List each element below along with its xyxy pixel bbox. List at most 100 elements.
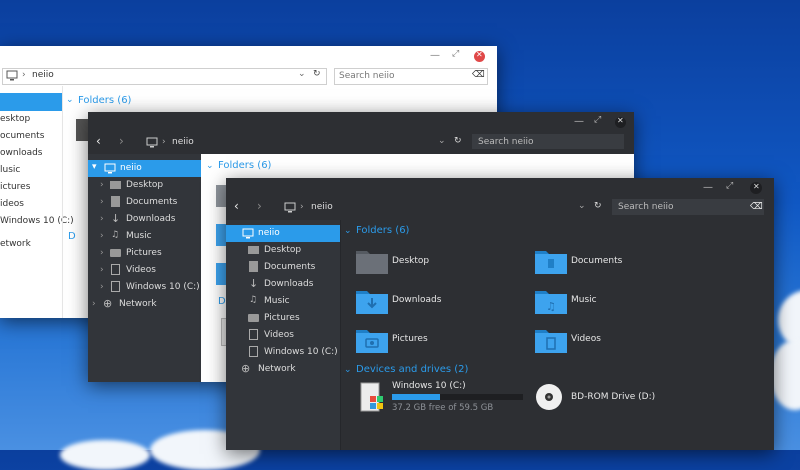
chevron-down-icon: ⌄ bbox=[344, 226, 352, 236]
sidebar-item-root[interactable]: neiio bbox=[258, 228, 280, 238]
refresh-icon[interactable]: ↻ bbox=[313, 69, 321, 79]
refresh-icon[interactable]: ↻ bbox=[454, 136, 462, 146]
sidebar-item-videos[interactable]: Videos bbox=[126, 265, 156, 275]
close-icon: ✕ bbox=[617, 116, 624, 125]
sidebar-item-desktop[interactable]: Desktop bbox=[264, 245, 301, 255]
minimize-button[interactable]: — bbox=[574, 116, 584, 127]
chevron-down-icon: ⌄ bbox=[344, 365, 352, 375]
drive-c-free-text: 37.2 GB free of 59.5 GB bbox=[392, 403, 494, 413]
forward-button[interactable]: › bbox=[257, 199, 262, 213]
folder-music-label[interactable]: Music bbox=[571, 295, 597, 305]
sidebar-item-downloads[interactable]: Downloads bbox=[264, 279, 313, 289]
devices-header: D bbox=[68, 231, 76, 242]
sidebar-item-network[interactable]: Network bbox=[119, 299, 157, 309]
chevron-right-icon: › bbox=[100, 197, 104, 207]
computer-icon bbox=[104, 163, 116, 174]
back-button[interactable]: ‹ bbox=[234, 199, 239, 213]
chevron-down-icon[interactable]: ⌄ bbox=[298, 69, 306, 79]
computer-icon bbox=[284, 202, 296, 213]
close-icon: ✕ bbox=[476, 50, 483, 59]
search-placeholder: Search neiio bbox=[478, 137, 534, 147]
sidebar-item-documents[interactable]: Documents bbox=[126, 197, 177, 207]
nav-selected-row[interactable] bbox=[0, 93, 62, 111]
folder-downloads-label[interactable]: Downloads bbox=[392, 295, 441, 305]
folder-documents-icon bbox=[535, 251, 567, 274]
chevron-right-icon: › bbox=[92, 299, 96, 309]
sidebar-item-drive[interactable]: Windows 10 (C:) bbox=[264, 347, 338, 357]
close-icon: ✕ bbox=[753, 182, 760, 191]
sidebar-item-music[interactable]: Music bbox=[126, 231, 152, 241]
address-text: neiio bbox=[32, 70, 54, 80]
chevron-down-icon[interactable]: ⌄ bbox=[438, 136, 446, 146]
chevron-right-icon: › bbox=[300, 202, 304, 212]
sidebar-item-pictures[interactable]: ictures bbox=[0, 182, 30, 192]
music-icon: ♫ bbox=[111, 230, 120, 240]
chevron-right-icon: › bbox=[100, 248, 104, 258]
folder-pictures-icon bbox=[356, 330, 388, 353]
minimize-button[interactable]: — bbox=[703, 182, 713, 193]
chevron-right-icon: › bbox=[100, 214, 104, 224]
drive-c-label[interactable]: Windows 10 (C:) bbox=[392, 381, 466, 391]
sidebar-item-network[interactable]: etwork bbox=[0, 239, 31, 249]
folder-documents-label[interactable]: Documents bbox=[571, 256, 622, 266]
nav-divider bbox=[62, 86, 63, 318]
sidebar-item-root[interactable]: neiio bbox=[120, 163, 142, 173]
minimize-button[interactable]: — bbox=[430, 50, 440, 61]
sidebar-item-downloads[interactable]: Downloads bbox=[126, 214, 175, 224]
sidebar-item-music[interactable]: lusic bbox=[0, 165, 20, 175]
maximize-button[interactable]: ⤢ bbox=[452, 49, 459, 59]
cloud bbox=[60, 440, 150, 470]
refresh-icon[interactable]: ↻ bbox=[594, 201, 602, 211]
folder-videos-label[interactable]: Videos bbox=[571, 334, 601, 344]
search-placeholder: Search neiio bbox=[339, 71, 395, 81]
folder-videos-icon bbox=[535, 330, 567, 353]
chevron-down-icon[interactable]: ⌄ bbox=[578, 201, 586, 211]
drive-d-label[interactable]: BD-ROM Drive (D:) bbox=[571, 392, 655, 402]
drive-c-usage-fill bbox=[392, 394, 440, 400]
chevron-right-icon: › bbox=[100, 282, 104, 292]
folder-pictures-label[interactable]: Pictures bbox=[392, 334, 428, 344]
address-text: neiio bbox=[311, 202, 333, 212]
sidebar-item-videos[interactable]: Videos bbox=[264, 330, 294, 340]
sidebar-item-videos[interactable]: ideos bbox=[0, 199, 24, 209]
network-icon: ⊕ bbox=[103, 297, 113, 310]
maximize-button[interactable]: ⤢ bbox=[594, 115, 601, 125]
clear-icon[interactable]: ⌫ bbox=[750, 202, 763, 212]
folder-music-icon: ♫ bbox=[535, 291, 567, 314]
chevron-down-icon: ⌄ bbox=[66, 95, 74, 105]
network-icon: ⊕ bbox=[241, 362, 251, 375]
desktop-icon bbox=[110, 181, 121, 189]
film-icon bbox=[111, 264, 120, 275]
sidebar-item-desktop[interactable]: Desktop bbox=[126, 180, 163, 190]
folder-desktop-icon bbox=[356, 251, 388, 274]
drive-icon bbox=[249, 346, 258, 357]
chevron-right-icon: › bbox=[162, 137, 166, 147]
folder-desktop-label[interactable]: Desktop bbox=[392, 256, 429, 266]
computer-icon bbox=[242, 228, 254, 239]
folders-header: Folders (6) bbox=[218, 160, 272, 171]
sidebar-item-music[interactable]: Music bbox=[264, 296, 290, 306]
chevron-right-icon: › bbox=[100, 180, 104, 190]
chevron-right-icon: › bbox=[100, 231, 104, 241]
sidebar-item-documents[interactable]: Documents bbox=[264, 262, 315, 272]
music-icon: ♫ bbox=[249, 295, 258, 305]
disc-drive-icon bbox=[536, 384, 562, 410]
devices-header: D bbox=[218, 296, 226, 307]
folders-header: Folders (6) bbox=[356, 225, 410, 236]
svg-text:♫: ♫ bbox=[546, 300, 556, 313]
sidebar-item-downloads[interactable]: ownloads bbox=[0, 148, 43, 158]
back-button[interactable]: ‹ bbox=[96, 134, 101, 148]
maximize-button[interactable]: ⤢ bbox=[726, 181, 733, 191]
sidebar-item-network[interactable]: Network bbox=[258, 364, 296, 374]
sidebar-item-documents[interactable]: ocuments bbox=[0, 131, 44, 141]
sidebar-item-pictures[interactable]: Pictures bbox=[126, 248, 162, 258]
folder-downloads-icon bbox=[356, 291, 388, 314]
clear-icon[interactable]: ⌫ bbox=[472, 70, 485, 80]
sidebar-item-desktop[interactable]: esktop bbox=[0, 114, 30, 124]
computer-icon bbox=[6, 70, 18, 81]
sidebar-item-drive[interactable]: Windows 10 (C:) bbox=[126, 282, 200, 292]
forward-button[interactable]: › bbox=[119, 134, 124, 148]
desktop-icon bbox=[248, 246, 259, 254]
sidebar-item-pictures[interactable]: Pictures bbox=[264, 313, 300, 323]
drive-icon bbox=[111, 281, 120, 292]
